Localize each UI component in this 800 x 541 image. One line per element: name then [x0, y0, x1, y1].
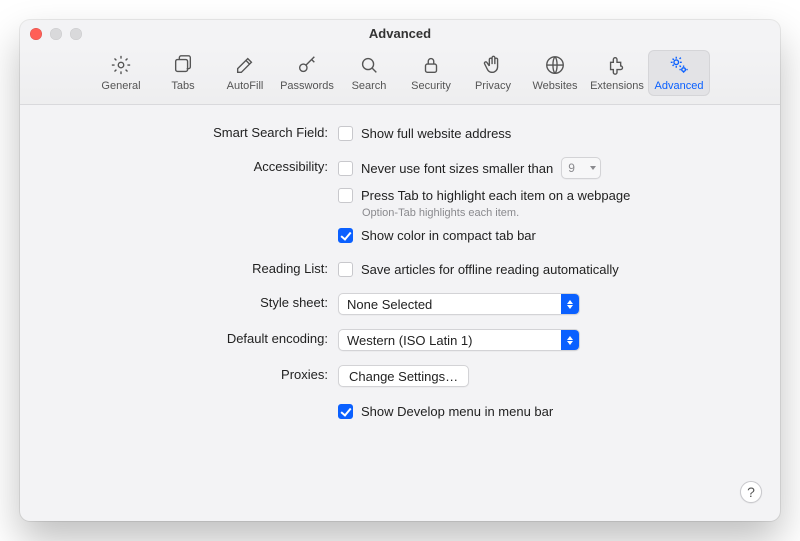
style-sheet-label: Style sheet: — [48, 293, 338, 310]
select-value: None Selected — [347, 297, 432, 312]
help-button[interactable]: ? — [740, 481, 762, 503]
smart-search-field-label: Smart Search Field: — [48, 123, 338, 140]
proxies-label: Proxies: — [48, 365, 338, 382]
show-develop-menu-checkbox[interactable]: Show Develop menu in menu bar — [338, 401, 752, 421]
toolbar-label: Extensions — [590, 80, 644, 92]
select-arrows-icon — [561, 294, 579, 314]
toolbar-label: Passwords — [280, 80, 334, 92]
toolbar-label: Security — [411, 80, 451, 92]
preferences-toolbar: General Tabs AutoFill Passwords Search S… — [20, 48, 780, 105]
default-encoding-select[interactable]: Western (ISO Latin 1) — [338, 329, 580, 351]
font-size-value: 9 — [568, 161, 575, 175]
toolbar-label: AutoFill — [227, 80, 264, 92]
hand-icon — [482, 54, 504, 76]
checkbox-text: Save articles for offline reading automa… — [361, 262, 619, 277]
toolbar-item-tabs[interactable]: Tabs — [152, 50, 214, 96]
save-offline-checkbox[interactable]: Save articles for offline reading automa… — [338, 259, 752, 279]
advanced-pane: Smart Search Field: Show full website ad… — [20, 105, 780, 453]
toolbar-item-advanced[interactable]: Advanced — [648, 50, 710, 96]
toolbar-label: General — [101, 80, 140, 92]
checkbox-text: Show color in compact tab bar — [361, 228, 536, 243]
globe-icon — [544, 54, 566, 76]
toolbar-item-search[interactable]: Search — [338, 50, 400, 96]
titlebar: Advanced — [20, 20, 780, 48]
font-size-min-checkbox[interactable]: Never use font sizes smaller than 9 — [338, 157, 752, 179]
double-gear-icon — [668, 54, 690, 76]
gear-icon — [110, 54, 132, 76]
tabs-icon — [172, 54, 194, 76]
window-title: Advanced — [20, 26, 780, 41]
checkbox-input[interactable] — [338, 126, 353, 141]
puzzle-icon — [606, 54, 628, 76]
reading-list-label: Reading List: — [48, 259, 338, 276]
toolbar-item-security[interactable]: Security — [400, 50, 462, 96]
checkbox-text: Show full website address — [361, 126, 511, 141]
change-proxy-settings-button[interactable]: Change Settings… — [338, 365, 469, 387]
checkbox-text: Show Develop menu in menu bar — [361, 404, 553, 419]
checkbox-text: Press Tab to highlight each item on a we… — [361, 188, 630, 203]
search-icon — [358, 54, 380, 76]
pencil-icon — [234, 54, 256, 76]
lock-icon — [420, 54, 442, 76]
toolbar-item-general[interactable]: General — [90, 50, 152, 96]
checkbox-input[interactable] — [338, 404, 353, 419]
toolbar-label: Advanced — [655, 80, 704, 92]
style-sheet-select[interactable]: None Selected — [338, 293, 580, 315]
toolbar-label: Privacy — [475, 80, 511, 92]
toolbar-item-websites[interactable]: Websites — [524, 50, 586, 96]
checkbox-input[interactable] — [338, 262, 353, 277]
select-value: Western (ISO Latin 1) — [347, 333, 472, 348]
compact-color-checkbox[interactable]: Show color in compact tab bar — [338, 225, 752, 245]
press-tab-checkbox[interactable]: Press Tab to highlight each item on a we… — [338, 185, 752, 205]
checkbox-input[interactable] — [338, 161, 353, 176]
toolbar-item-autofill[interactable]: AutoFill — [214, 50, 276, 96]
press-tab-hint: Option-Tab highlights each item. — [362, 207, 752, 219]
select-arrows-icon — [561, 330, 579, 350]
toolbar-label: Tabs — [171, 80, 194, 92]
checkbox-input[interactable] — [338, 188, 353, 203]
preferences-window: Advanced General Tabs AutoFill Passwords… — [20, 20, 780, 521]
chevron-down-icon — [590, 166, 596, 170]
key-icon — [296, 54, 318, 76]
checkbox-input[interactable] — [338, 228, 353, 243]
toolbar-label: Websites — [532, 80, 577, 92]
toolbar-item-passwords[interactable]: Passwords — [276, 50, 338, 96]
show-full-address-checkbox[interactable]: Show full website address — [338, 123, 752, 143]
toolbar-item-extensions[interactable]: Extensions — [586, 50, 648, 96]
font-size-select[interactable]: 9 — [561, 157, 601, 179]
toolbar-label: Search — [352, 80, 387, 92]
default-encoding-label: Default encoding: — [48, 329, 338, 346]
checkbox-text: Never use font sizes smaller than — [361, 161, 553, 176]
toolbar-item-privacy[interactable]: Privacy — [462, 50, 524, 96]
accessibility-label: Accessibility: — [48, 157, 338, 174]
